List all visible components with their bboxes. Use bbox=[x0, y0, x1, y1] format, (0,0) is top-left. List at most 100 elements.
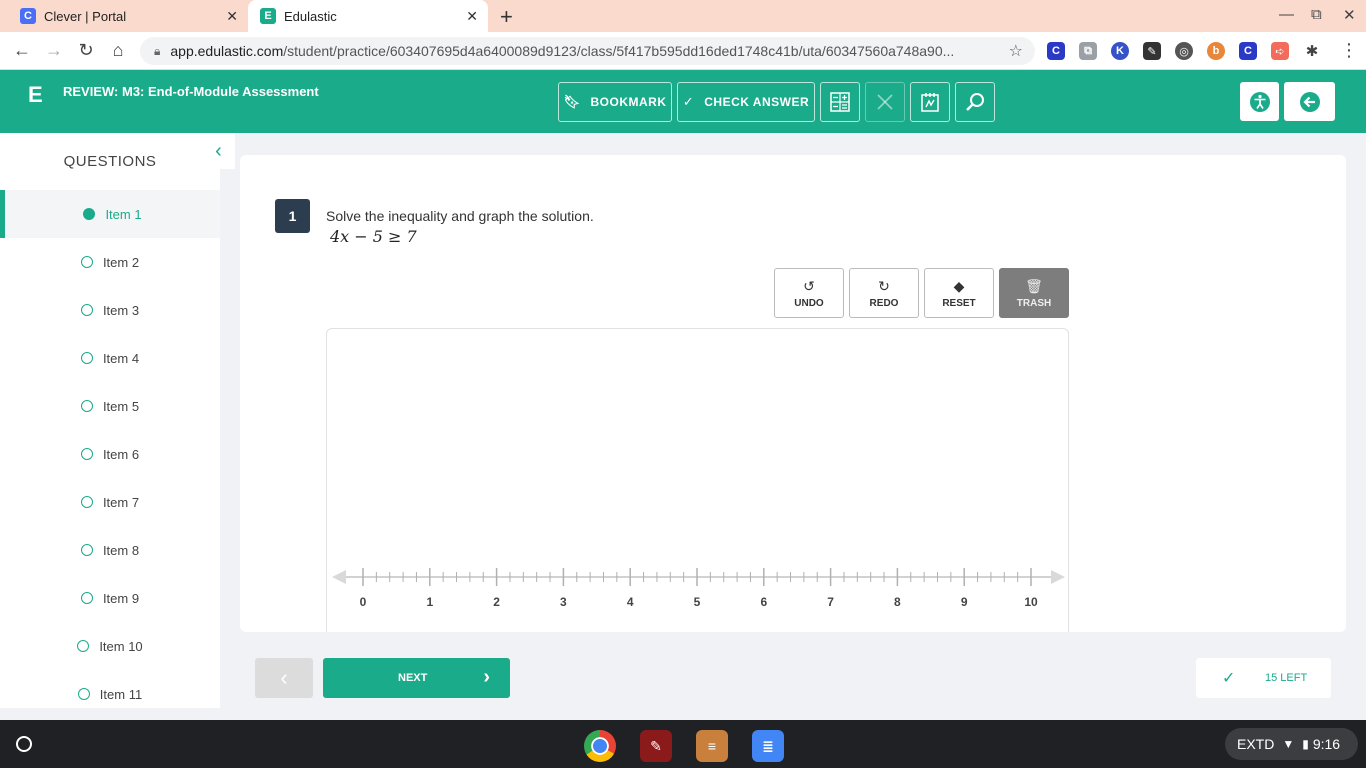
reset-button[interactable]: ◆ RESET bbox=[924, 268, 994, 318]
status-dot-icon bbox=[80, 544, 93, 556]
search-icon bbox=[966, 93, 984, 111]
minimize-icon[interactable]: — bbox=[1279, 6, 1294, 23]
magnifier-button[interactable] bbox=[955, 82, 995, 122]
sidebar-item-11[interactable]: Item 11 bbox=[0, 670, 220, 708]
extension-icon[interactable]: ◎ bbox=[1175, 42, 1193, 60]
window-close-icon[interactable]: ✕ bbox=[1343, 6, 1356, 24]
app-icon[interactable]: ✎ bbox=[640, 730, 672, 762]
wifi-icon: ▼ bbox=[1282, 737, 1295, 751]
extension-icon[interactable]: ✎ bbox=[1143, 42, 1161, 60]
sidebar-item-3[interactable]: Item 3 bbox=[0, 286, 220, 334]
questions-left-button[interactable]: ✓ 15 LEFT bbox=[1196, 658, 1331, 698]
bookmark-star-icon[interactable]: ☆ bbox=[1009, 41, 1023, 61]
clever-extension-icon[interactable]: C bbox=[1047, 42, 1065, 60]
bookmark-label: BOOKMARK bbox=[590, 95, 667, 109]
address-bar: ← → ↻ ⌂ 🔒︎ app.edulastic.com/student/pra… bbox=[0, 32, 1366, 70]
extensions-puzzle-icon[interactable]: ✱ bbox=[1303, 42, 1321, 60]
sidebar-item-label: Item 4 bbox=[102, 350, 140, 366]
number-line-svg[interactable]: 0 1 2 3 4 5 6 7 8 9 10 bbox=[327, 329, 1070, 632]
sidebar-item-10[interactable]: Item 10 bbox=[0, 622, 220, 670]
reset-label: RESET bbox=[942, 297, 976, 309]
trash-button[interactable]: 🗑︎ TRASH bbox=[999, 268, 1069, 318]
scratchpad-button[interactable] bbox=[910, 82, 950, 122]
chrome-app-icon[interactable] bbox=[584, 730, 616, 762]
left-arrow-icon bbox=[332, 570, 346, 584]
questions-sidebar: QUESTIONS Item 1 Item 2 Item 3 Item 4 It… bbox=[0, 133, 220, 708]
extension-icon[interactable]: ⧉ bbox=[1079, 42, 1097, 60]
previous-button[interactable]: ‹ bbox=[255, 658, 313, 698]
accessibility-icon bbox=[1249, 91, 1270, 112]
back-icon[interactable]: ← bbox=[11, 40, 33, 61]
next-button[interactable]: NEXT › bbox=[323, 658, 510, 698]
collapse-sidebar-button[interactable]: ‹ bbox=[202, 133, 235, 169]
url-input[interactable]: 🔒︎ app.edulastic.com/student/practice/60… bbox=[140, 37, 1035, 65]
chevron-left-icon: ‹ bbox=[215, 139, 222, 162]
check-answer-button[interactable]: ✓ CHECK ANSWER bbox=[677, 82, 815, 122]
sidebar-item-6[interactable]: Item 6 bbox=[0, 430, 220, 478]
redo-button[interactable]: ↻ REDO bbox=[849, 268, 919, 318]
new-tab-icon[interactable]: + bbox=[500, 4, 513, 30]
books-app-icon[interactable]: ≡ bbox=[696, 730, 728, 762]
battery-icon: ▮ bbox=[1302, 737, 1309, 751]
status-dot-icon bbox=[80, 400, 93, 412]
sidebar-item-9[interactable]: Item 9 bbox=[0, 574, 220, 622]
questions-left-label: 15 LEFT bbox=[1265, 672, 1308, 684]
os-shelf: ✎ ≡ ≣ EXTD ▼ ▮ 9:16 bbox=[0, 720, 1366, 768]
tab-edulastic[interactable]: E Edulastic ✕ bbox=[248, 0, 488, 32]
sidebar-item-4[interactable]: Item 4 bbox=[0, 334, 220, 382]
check-answer-label: CHECK ANSWER bbox=[704, 95, 810, 109]
status-dot-icon bbox=[80, 256, 93, 268]
url-path: /student/practice/603407695d4a6400089d91… bbox=[283, 43, 955, 59]
sidebar-item-5[interactable]: Item 5 bbox=[0, 382, 220, 430]
extension-icon[interactable]: b bbox=[1207, 42, 1225, 60]
close-tab-icon[interactable]: ✕ bbox=[466, 8, 478, 25]
undo-button[interactable]: ↺ UNDO bbox=[774, 268, 844, 318]
extension-icon[interactable]: ➪ bbox=[1271, 42, 1289, 60]
status-dot-icon bbox=[80, 592, 93, 604]
tab-clever[interactable]: C Clever | Portal ✕ bbox=[8, 0, 248, 32]
edulastic-favicon-icon: E bbox=[260, 8, 276, 24]
tick-label: 10 bbox=[1024, 595, 1038, 609]
accessibility-button[interactable] bbox=[1240, 82, 1279, 121]
bookmark-button[interactable]: 🔖︎ BOOKMARK bbox=[558, 82, 672, 122]
docs-app-icon[interactable]: ≣ bbox=[752, 730, 784, 762]
sidebar-item-1[interactable]: Item 1 bbox=[0, 190, 220, 238]
status-tray[interactable]: EXTD ▼ ▮ 9:16 bbox=[1225, 728, 1358, 760]
sidebar-item-8[interactable]: Item 8 bbox=[0, 526, 220, 574]
sidebar-item-label: Item 2 bbox=[102, 254, 140, 270]
home-icon[interactable]: ⌂ bbox=[107, 40, 129, 61]
tick-label: 3 bbox=[560, 595, 567, 609]
sidebar-item-7[interactable]: Item 7 bbox=[0, 478, 220, 526]
crossout-button[interactable] bbox=[865, 82, 905, 122]
tick-label: 6 bbox=[760, 595, 767, 609]
number-line-graph[interactable]: 0 1 2 3 4 5 6 7 8 9 10 bbox=[326, 328, 1069, 632]
question-prompt: Solve the inequality and graph the solut… bbox=[326, 208, 594, 224]
clever-extension-icon[interactable]: C bbox=[1239, 42, 1257, 60]
edulastic-logo: E bbox=[28, 82, 43, 107]
sidebar-item-label: Item 7 bbox=[102, 494, 140, 510]
check-icon: ✓ bbox=[1222, 670, 1236, 687]
sidebar-item-2[interactable]: Item 2 bbox=[0, 238, 220, 286]
launcher-icon[interactable] bbox=[16, 736, 32, 752]
status-dot-icon bbox=[77, 688, 90, 700]
sidebar-item-label: Item 3 bbox=[102, 302, 140, 318]
reload-icon[interactable]: ↻ bbox=[75, 40, 97, 61]
calculator-button[interactable] bbox=[820, 82, 860, 122]
tick-label: 0 bbox=[360, 595, 367, 609]
forward-icon[interactable]: → bbox=[43, 40, 65, 61]
tick-label: 5 bbox=[694, 595, 701, 609]
sidebar-item-label: Item 5 bbox=[102, 398, 140, 414]
kami-extension-icon[interactable]: K bbox=[1111, 42, 1129, 60]
redo-label: REDO bbox=[869, 297, 899, 309]
restore-icon[interactable]: ⧉ bbox=[1311, 6, 1322, 23]
question-card: 1 Solve the inequality and graph the sol… bbox=[240, 155, 1346, 632]
clock: 9:16 bbox=[1312, 736, 1341, 752]
exit-button[interactable] bbox=[1284, 82, 1335, 121]
menu-dots-icon[interactable]: ⋮ bbox=[1338, 40, 1360, 61]
trash-label: TRASH bbox=[1016, 297, 1052, 309]
undo-icon: ↺ bbox=[803, 277, 815, 294]
close-tab-icon[interactable]: ✕ bbox=[226, 8, 238, 25]
tick-label: 2 bbox=[493, 595, 500, 609]
browser-tab-strip: C Clever | Portal ✕ E Edulastic ✕ + — ⧉ … bbox=[0, 0, 1366, 32]
status-dot-icon bbox=[80, 304, 93, 316]
